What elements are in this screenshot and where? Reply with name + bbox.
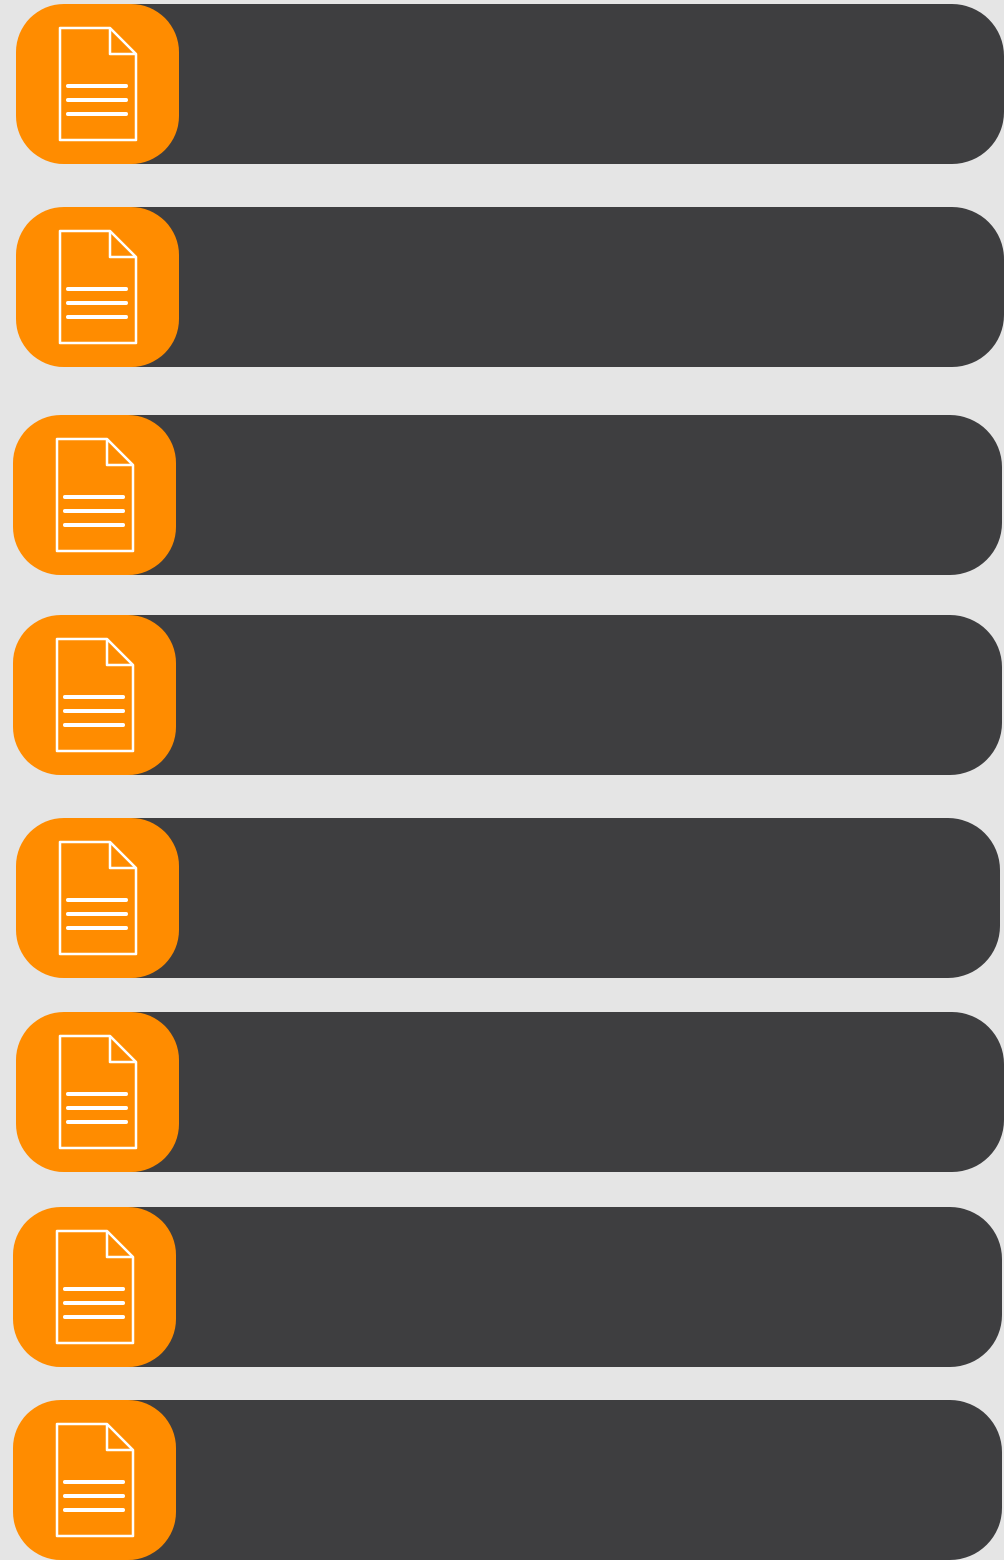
icon-tile (16, 1012, 179, 1172)
icon-tile (13, 1400, 176, 1560)
document-icon (55, 637, 135, 753)
icon-tile (16, 818, 179, 978)
item-bar (111, 207, 1004, 367)
item-bar (108, 1400, 1002, 1560)
list-item[interactable] (13, 615, 1002, 775)
list-item[interactable] (16, 818, 1000, 978)
list-item[interactable] (16, 1012, 1004, 1172)
icon-tile (13, 615, 176, 775)
document-icon (58, 840, 138, 956)
icon-tile (13, 415, 176, 575)
list-item[interactable] (13, 415, 1002, 575)
list-item[interactable] (16, 4, 1004, 164)
list-item[interactable] (16, 207, 1004, 367)
item-bar (108, 615, 1002, 775)
document-icon (55, 1229, 135, 1345)
item-bar (108, 415, 1002, 575)
list-item[interactable] (13, 1207, 1002, 1367)
item-bar (111, 1012, 1004, 1172)
document-icon (55, 437, 135, 553)
item-bar (111, 4, 1004, 164)
icon-tile (13, 1207, 176, 1367)
icon-tile (16, 4, 179, 164)
document-icon (58, 229, 138, 345)
item-bar (108, 1207, 1002, 1367)
document-icon (55, 1422, 135, 1538)
document-icon (58, 26, 138, 142)
document-icon (58, 1034, 138, 1150)
list-item[interactable] (13, 1400, 1002, 1560)
icon-tile (16, 207, 179, 367)
item-bar (111, 818, 1000, 978)
